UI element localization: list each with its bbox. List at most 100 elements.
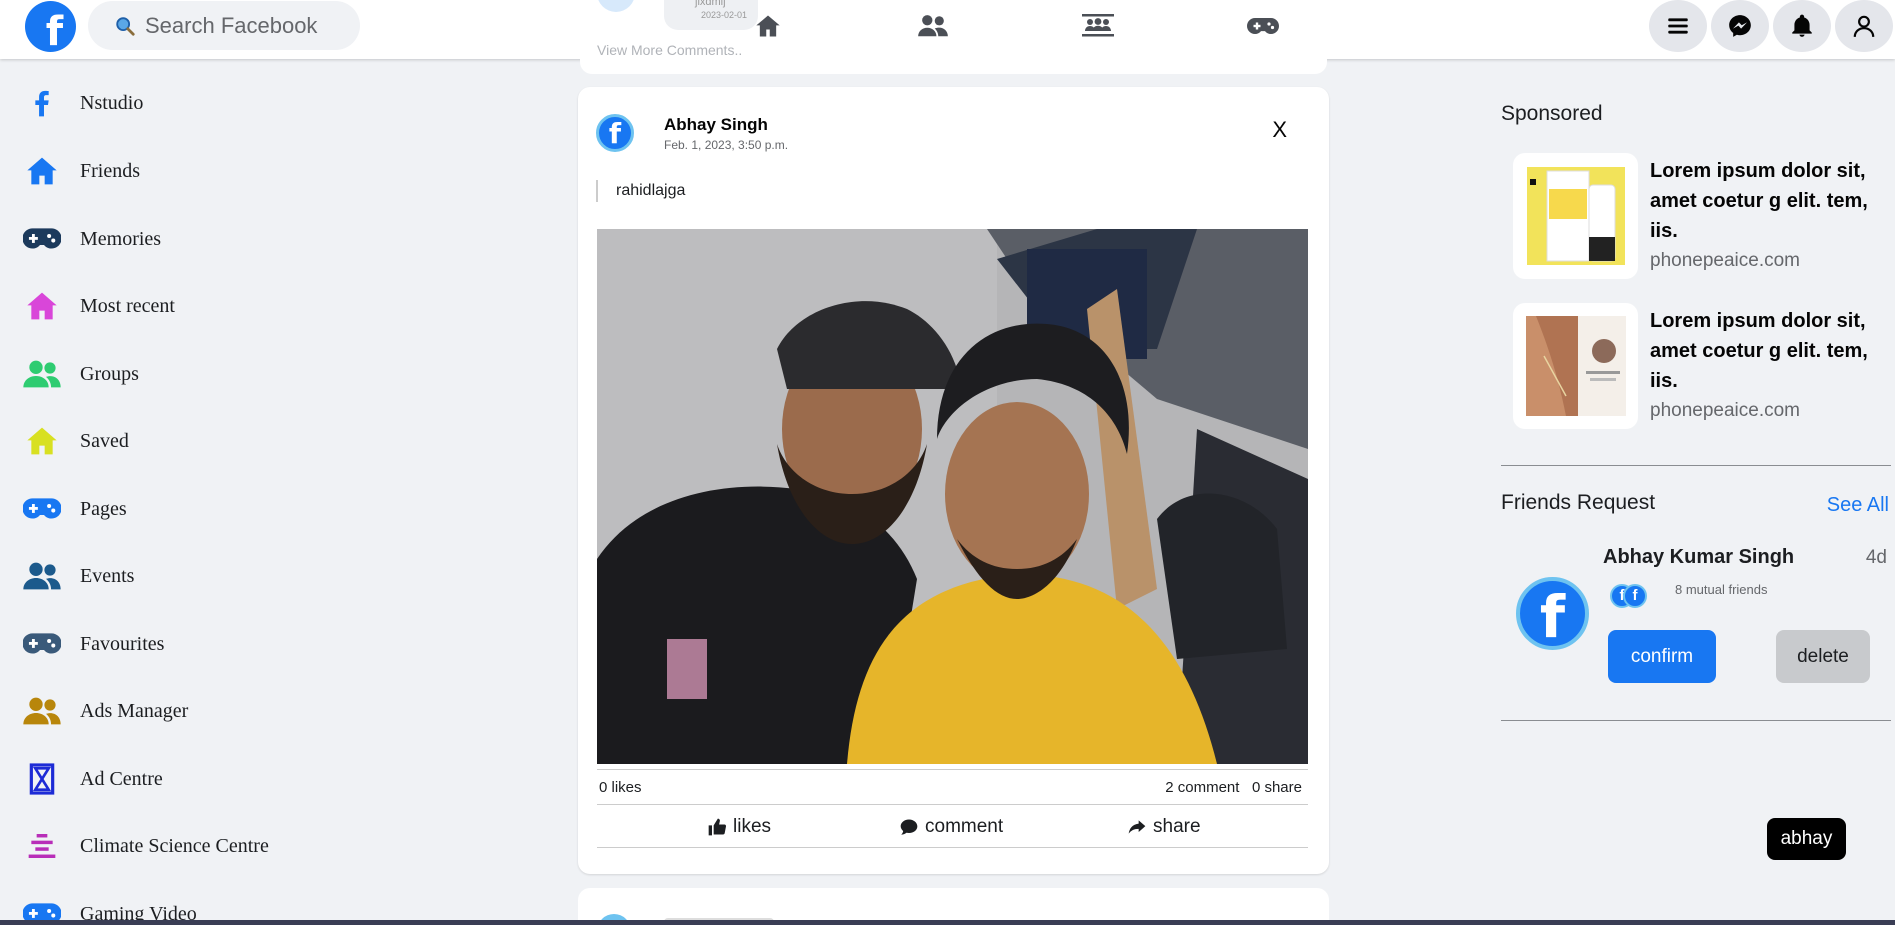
sidebar-item-favourites[interactable]: Favourites: [22, 624, 164, 664]
comments-count[interactable]: 2 comment: [1165, 779, 1239, 796]
ad-link[interactable]: phonepeaice.com: [1650, 250, 1800, 272]
likes-count[interactable]: 0 likes: [599, 779, 642, 796]
sidebar-item-label: Memories: [80, 227, 162, 250]
facebook-logo-letter: f: [45, 9, 64, 52]
divider: [1501, 720, 1891, 721]
nav-groups[interactable]: [1078, 10, 1118, 42]
mutual-friends-count: 8 mutual friends: [1675, 582, 1768, 597]
avatar-logo-letter: f: [1539, 583, 1566, 650]
user-chip[interactable]: abhay: [1767, 818, 1846, 860]
post-author-avatar[interactable]: f: [596, 114, 634, 152]
climate-icon: [22, 829, 62, 863]
sidebar-item-pages[interactable]: Pages: [22, 489, 127, 529]
mutual-friends-avatars: f f: [1610, 584, 1650, 612]
product-image: [1525, 316, 1626, 416]
right-column: Sponsored Lorem ipsum dolor sit, amet co…: [1500, 0, 1895, 925]
sidebar-item-label: Climate Science Centre: [80, 834, 269, 857]
messenger-button[interactable]: [1711, 0, 1769, 52]
nav-gaming[interactable]: [1243, 10, 1283, 42]
close-post-button[interactable]: X: [1272, 117, 1287, 143]
comment-author: jlxdmlj: [695, 0, 726, 8]
post-photo-image: [597, 229, 1308, 764]
bell-icon: [1792, 14, 1812, 37]
facebook-f-icon: [22, 86, 62, 120]
gamepad-icon: [1247, 18, 1279, 34]
hourglass-icon: [22, 762, 62, 796]
account-button[interactable]: [1835, 0, 1893, 52]
sidebar-item-label: Events: [80, 564, 135, 587]
nav-home[interactable]: [748, 10, 788, 42]
sidebar-item-nstudio[interactable]: Nstudio: [22, 83, 143, 123]
product-image: [1526, 167, 1625, 265]
search-box[interactable]: [88, 1, 360, 50]
view-more-comments-link[interactable]: View More Comments..: [597, 42, 742, 58]
nav-friends[interactable]: [913, 10, 953, 42]
home-icon: [22, 154, 62, 188]
sidebar-item-most-recent[interactable]: Most recent: [22, 286, 175, 326]
comment-button[interactable]: comment: [899, 813, 1003, 841]
sidebar-item-events[interactable]: Events: [22, 556, 134, 596]
sidebar-item-climate-science-centre[interactable]: Climate Science Centre: [22, 826, 269, 866]
messenger-icon: [1729, 15, 1751, 37]
sidebar-item-friends[interactable]: Friends: [22, 151, 140, 191]
friend-request-name[interactable]: Abhay Kumar Singh: [1603, 546, 1794, 569]
sidebar-item-ad-centre[interactable]: Ad Centre: [22, 759, 163, 799]
sidebar-item-label: Saved: [80, 429, 129, 452]
comment-label: comment: [925, 816, 1004, 837]
home-icon: [756, 15, 780, 37]
comment-icon: [900, 819, 918, 835]
users-icon: [22, 694, 62, 728]
shares-count[interactable]: 0 share: [1252, 779, 1302, 796]
ad-image[interactable]: [1513, 153, 1638, 279]
sidebar-item-label: Groups: [80, 362, 139, 385]
divider: [1501, 465, 1891, 466]
sidebar-item-label: Friends: [80, 159, 140, 182]
comment-avatar: [597, 0, 635, 12]
thumbs-up-icon: [708, 818, 727, 836]
sidebar-item-groups[interactable]: Groups: [22, 354, 139, 394]
post-actions: likes comment share: [597, 807, 1308, 848]
sidebar-item-ads-manager[interactable]: Ads Manager: [22, 691, 188, 731]
sidebar-item-saved[interactable]: Saved: [22, 421, 129, 461]
post-date: Feb. 1, 2023, 3:50 p.m.: [664, 138, 789, 152]
gamepad-icon: [22, 627, 62, 661]
gamepad-icon: [22, 492, 62, 526]
menu-button[interactable]: [1649, 0, 1707, 52]
home-icon: [22, 424, 62, 458]
ad-description[interactable]: Lorem ipsum dolor sit, amet coetur g eli…: [1650, 306, 1880, 396]
friend-request-avatar[interactable]: f: [1516, 577, 1589, 650]
home-icon: [22, 289, 62, 323]
comment-date: 2023-02-01: [701, 10, 748, 20]
ad-image[interactable]: [1513, 303, 1638, 429]
sidebar-item-label: Ads Manager: [80, 699, 189, 722]
search-icon: [116, 16, 135, 36]
center-nav: jlxdmlj 2023-02-01 View More Comments..: [580, 0, 1327, 74]
sidebar-item-memories[interactable]: Memories: [22, 219, 161, 259]
share-icon: [1128, 820, 1146, 834]
avatar-logo-letter: f: [1632, 587, 1638, 604]
post-caption: rahidlajga: [596, 180, 685, 202]
see-all-link[interactable]: See All: [1827, 494, 1889, 517]
sidebar-item-label: Favourites: [80, 632, 165, 655]
share-button[interactable]: share: [1127, 813, 1201, 841]
user-icon: [1853, 15, 1875, 37]
ad-link[interactable]: phonepeaice.com: [1650, 400, 1800, 422]
post-photo[interactable]: [597, 229, 1308, 764]
confirm-button[interactable]: confirm: [1608, 630, 1716, 683]
friends-icon: [918, 15, 948, 37]
sidebar-item-label: Pages: [80, 497, 127, 520]
users-icon: [22, 559, 62, 593]
facebook-logo[interactable]: f: [25, 1, 76, 52]
gamepad-icon: [22, 222, 62, 256]
post-author-name[interactable]: Abhay Singh: [664, 115, 768, 135]
like-button[interactable]: likes: [707, 813, 771, 841]
menu-icon: [1668, 18, 1688, 34]
sidebar-item-label: Nstudio: [80, 91, 144, 114]
like-label: likes: [733, 816, 772, 837]
friends-request-title: Friends Request: [1501, 491, 1656, 514]
search-input[interactable]: [145, 12, 345, 39]
notifications-button[interactable]: [1773, 0, 1831, 52]
ad-description[interactable]: Lorem ipsum dolor sit, amet coetur g eli…: [1650, 156, 1880, 246]
avatar-logo-letter: f: [608, 117, 622, 150]
delete-button[interactable]: delete: [1776, 630, 1870, 683]
